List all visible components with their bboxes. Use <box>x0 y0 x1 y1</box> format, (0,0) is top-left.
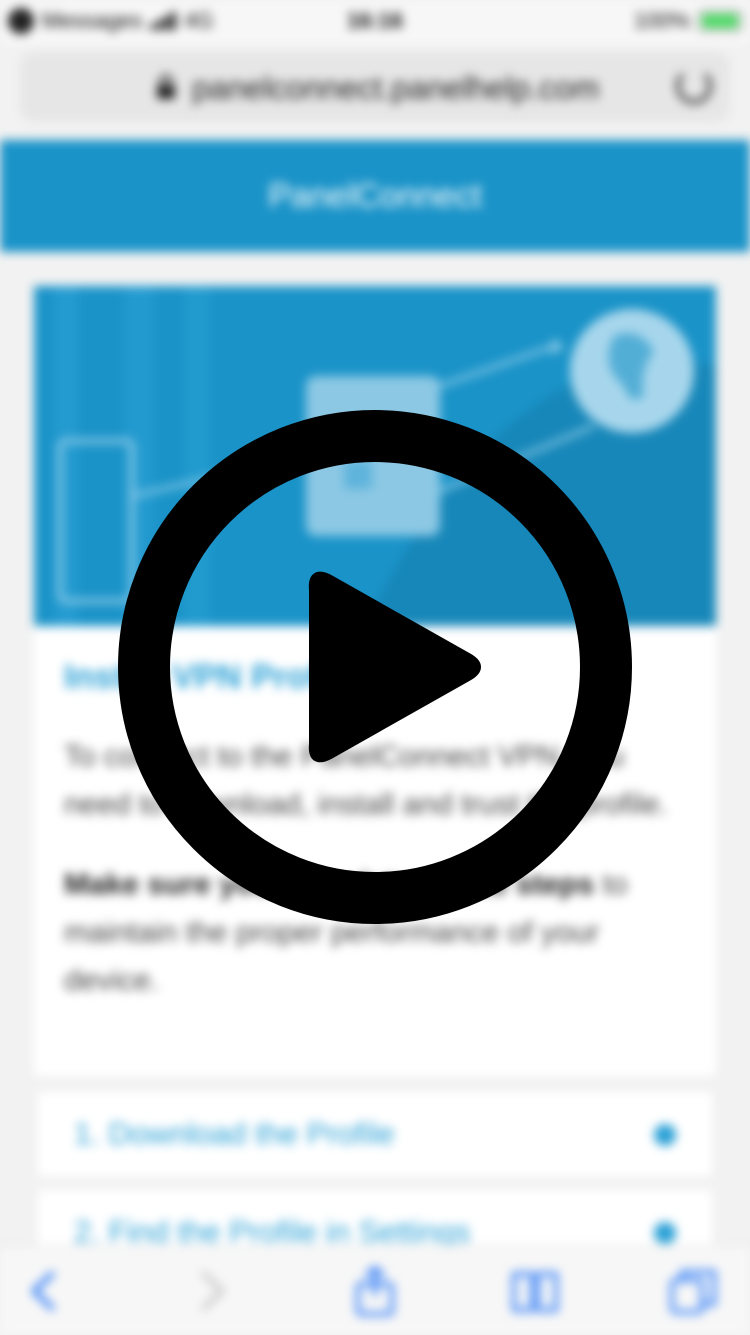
battery-icon <box>698 10 742 32</box>
step-download-profile[interactable]: 1. Download the Profile <box>38 1092 712 1176</box>
battery-percent: 100% <box>633 8 690 33</box>
back-icon[interactable] <box>20 1266 70 1316</box>
tabs-icon[interactable] <box>668 1266 718 1316</box>
step-label: 1. Download the Profile <box>74 1116 395 1151</box>
lock-icon <box>157 74 175 99</box>
status-bar: Messages 4G 16:16 100% <box>0 0 750 44</box>
status-right: 100% <box>634 8 742 34</box>
play-icon[interactable] <box>118 410 632 924</box>
reload-icon[interactable] <box>676 68 712 104</box>
address-bar[interactable]: panelconnect.panelhelp.com <box>20 52 730 122</box>
browser-toolbar <box>0 1245 750 1335</box>
bookmarks-icon[interactable] <box>510 1266 560 1316</box>
site-header: PanelConnect <box>0 140 750 252</box>
url-text: panelconnect.panelhelp.com <box>192 70 600 106</box>
expand-icon <box>654 1124 676 1146</box>
share-icon[interactable] <box>350 1266 400 1316</box>
site-title: PanelConnect <box>268 177 482 215</box>
forward-icon[interactable] <box>186 1266 236 1316</box>
expand-icon <box>654 1222 676 1244</box>
